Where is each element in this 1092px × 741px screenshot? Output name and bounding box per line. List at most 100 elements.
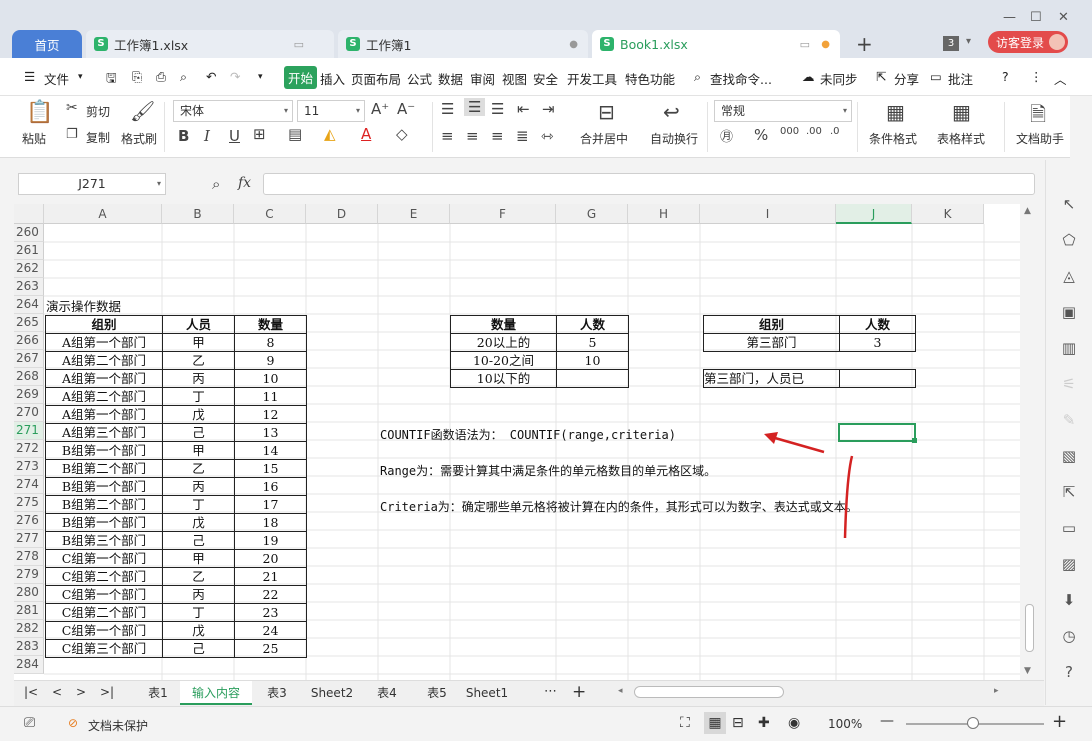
table-cell[interactable]: 19 bbox=[235, 532, 307, 550]
history-icon[interactable]: ◷ bbox=[1059, 626, 1079, 646]
prev-sheet-icon[interactable]: < bbox=[52, 685, 62, 699]
row-header-261[interactable]: 261 bbox=[14, 242, 44, 260]
menu-data[interactable]: 数据 bbox=[438, 69, 463, 88]
zoom-search-icon[interactable]: ⌕ bbox=[212, 175, 220, 193]
column-header-e[interactable]: E bbox=[378, 204, 450, 224]
merge-center-button[interactable]: 合并居中 bbox=[580, 130, 628, 147]
shapes-icon[interactable]: ⬠ bbox=[1059, 230, 1079, 250]
table-cell[interactable]: A组第三个部门 bbox=[46, 424, 163, 442]
row-header-279[interactable]: 279 bbox=[14, 566, 44, 584]
select-cursor-icon[interactable]: ↖ bbox=[1059, 194, 1079, 214]
table-header-cell[interactable]: 人数 bbox=[840, 316, 916, 334]
table-style-icon[interactable]: ▦ bbox=[952, 100, 971, 124]
table-cell[interactable]: 10 bbox=[235, 370, 307, 388]
table-cell[interactable]: 丙 bbox=[163, 478, 235, 496]
indent-decrease-icon[interactable]: ⇤ bbox=[517, 100, 530, 118]
table-cell[interactable]: 16 bbox=[235, 478, 307, 496]
fullscreen-icon[interactable]: ⛶ bbox=[680, 715, 690, 731]
sheet-tab-6[interactable]: Sheet1 bbox=[462, 681, 512, 705]
table-cell[interactable]: C组第二个部门 bbox=[46, 604, 163, 622]
wrap-icon[interactable]: ↩ bbox=[663, 100, 680, 124]
row-header-271[interactable]: 271 bbox=[14, 422, 44, 440]
percent-icon[interactable]: % bbox=[754, 126, 768, 144]
table-cell[interactable]: A组第一个部门 bbox=[46, 370, 163, 388]
scroll-down-icon[interactable]: ▼ bbox=[1024, 666, 1031, 676]
sheet-tab-0[interactable]: 表1 bbox=[136, 681, 180, 705]
table-cell[interactable]: 丙 bbox=[163, 370, 235, 388]
table-cell[interactable]: C组第一个部门 bbox=[46, 550, 163, 568]
edit-icon[interactable]: ✎ bbox=[1059, 410, 1079, 430]
formula-input[interactable] bbox=[263, 173, 1035, 195]
sheet-tab-3[interactable]: Sheet2 bbox=[302, 681, 362, 705]
table-cell[interactable]: C组第三个部门 bbox=[46, 640, 163, 658]
cell-style-icon[interactable]: ▤ bbox=[288, 125, 302, 143]
table-cell[interactable]: 15 bbox=[235, 460, 307, 478]
gallery-icon[interactable]: ▧ bbox=[1059, 446, 1079, 466]
row-header-263[interactable]: 263 bbox=[14, 278, 44, 296]
table-cell[interactable]: A组第一个部门 bbox=[46, 406, 163, 424]
conditional-format-icon[interactable]: ▦ bbox=[886, 100, 905, 124]
menu-comment[interactable]: 批注 bbox=[948, 69, 973, 88]
table-cell[interactable]: 21 bbox=[235, 568, 307, 586]
align-right-icon[interactable]: ≡ bbox=[491, 127, 504, 145]
table-cell[interactable]: 9 bbox=[235, 352, 307, 370]
table-cell[interactable] bbox=[557, 370, 629, 388]
increase-decimal-icon[interactable]: .00 bbox=[806, 126, 822, 137]
chevron-down-icon[interactable]: ▾ bbox=[78, 72, 83, 82]
protect-status[interactable]: 文档未保护 bbox=[88, 717, 148, 734]
column-header-b[interactable]: B bbox=[162, 204, 234, 224]
fill-color-icon[interactable]: ◭ bbox=[324, 125, 336, 143]
align-top-icon[interactable]: ☰ bbox=[441, 100, 454, 118]
table-cell[interactable]: 20 bbox=[235, 550, 307, 568]
settings-sliders-icon[interactable]: ⚟ bbox=[1059, 374, 1079, 394]
table-style-button[interactable]: 表格样式 bbox=[937, 130, 985, 147]
menu-review[interactable]: 审阅 bbox=[470, 69, 495, 88]
table-cell[interactable]: 乙 bbox=[163, 568, 235, 586]
apps-icon[interactable]: ▣ bbox=[1059, 302, 1079, 322]
row-header-266[interactable]: 266 bbox=[14, 332, 44, 350]
italic-icon[interactable]: I bbox=[204, 127, 210, 145]
menu-developer[interactable]: 开发工具 bbox=[567, 69, 617, 88]
table-cell[interactable]: 14 bbox=[235, 442, 307, 460]
sheet-tab-4[interactable]: 表4 bbox=[362, 681, 412, 705]
unsaved-dot-icon[interactable]: ● bbox=[821, 39, 830, 50]
chevron-down-icon[interactable]: ▾ bbox=[966, 36, 971, 47]
menu-start[interactable]: 开始 bbox=[284, 66, 318, 89]
column-header-d[interactable]: D bbox=[306, 204, 378, 224]
bold-icon[interactable]: B bbox=[178, 127, 189, 145]
align-left-icon[interactable]: ≡ bbox=[441, 127, 454, 145]
cut-button[interactable]: 剪切 bbox=[86, 103, 110, 120]
table-cell[interactable]: 乙 bbox=[163, 352, 235, 370]
menu-share[interactable]: 分享 bbox=[894, 69, 919, 88]
tab-home[interactable]: 首页 bbox=[12, 30, 82, 58]
column-header-f[interactable]: F bbox=[450, 204, 556, 224]
last-sheet-icon[interactable]: >| bbox=[100, 685, 114, 699]
group-table[interactable]: 组别 人数 第三部门 3 bbox=[703, 315, 916, 352]
menu-formula[interactable]: 公式 bbox=[407, 69, 432, 88]
row-header-269[interactable]: 269 bbox=[14, 386, 44, 404]
table-cell[interactable]: B组第一个部门 bbox=[46, 442, 163, 460]
table-cell[interactable]: 戊 bbox=[163, 514, 235, 532]
function-icon[interactable]: fx bbox=[238, 175, 251, 191]
menu-insert[interactable]: 插入 bbox=[320, 69, 345, 88]
more-icon[interactable]: ⋮ bbox=[1030, 69, 1043, 84]
print-preview-icon[interactable]: ⌕ bbox=[180, 69, 187, 85]
column-header-g[interactable]: G bbox=[556, 204, 628, 224]
table-cell[interactable]: 20以上的 bbox=[451, 334, 557, 352]
new-tab-icon[interactable]: + bbox=[856, 32, 873, 56]
menu-search-commands[interactable]: 查找命令... bbox=[710, 69, 772, 88]
row-header-280[interactable]: 280 bbox=[14, 584, 44, 602]
save-icon[interactable]: 🖫 bbox=[106, 69, 117, 90]
font-family-select[interactable]: 宋体 ▾ bbox=[173, 100, 293, 122]
close-dot-icon[interactable]: ● bbox=[569, 39, 578, 50]
table-cell[interactable]: C组第一个部门 bbox=[46, 586, 163, 604]
download-icon[interactable]: ⬇ bbox=[1059, 590, 1079, 610]
row-header-276[interactable]: 276 bbox=[14, 512, 44, 530]
table-cell[interactable]: 甲 bbox=[163, 334, 235, 352]
border-icon[interactable]: ⊞ bbox=[253, 125, 266, 143]
export-icon[interactable]: ⎘ bbox=[132, 69, 142, 85]
menu-view[interactable]: 视图 bbox=[502, 69, 527, 88]
share-out-icon[interactable]: ⇱ bbox=[1059, 482, 1079, 502]
guest-login-button[interactable]: 访客登录 bbox=[988, 31, 1068, 53]
align-bottom-icon[interactable]: ☰ bbox=[491, 100, 504, 118]
